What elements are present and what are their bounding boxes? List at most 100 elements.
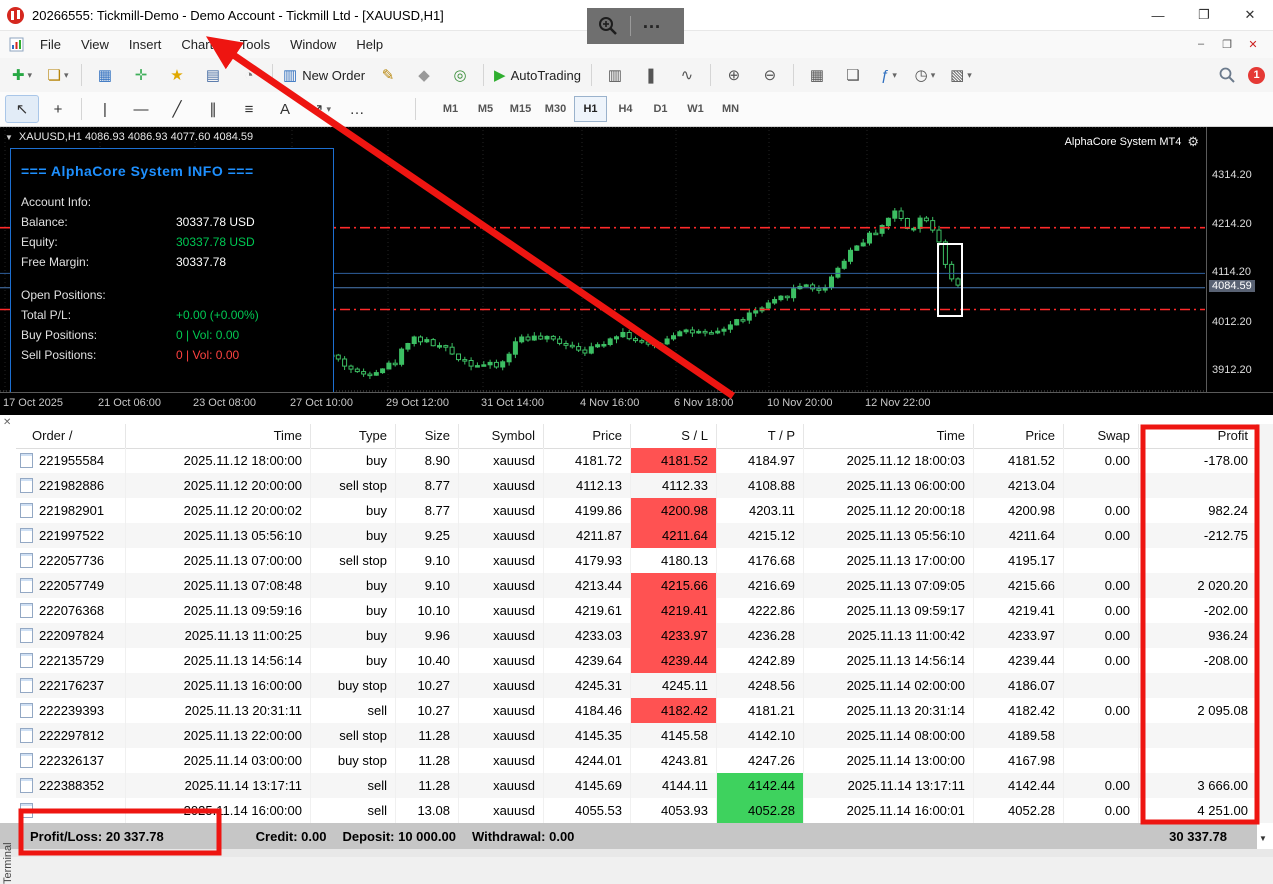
tile-windows-button[interactable]: ▦ [800,61,834,89]
table-row[interactable]: 2219975222025.11.13 05:56:10buy9.25xauus… [16,523,1257,548]
trendline-button[interactable]: ╱ [160,95,194,123]
new-chart-button[interactable]: ✚▾ [5,61,39,89]
column-header-price[interactable]: Price [544,424,631,448]
ea-settings-gear-icon[interactable]: ⚙ [1187,134,1199,150]
child-close-button[interactable]: ✕ [1241,34,1265,54]
profiles-button[interactable]: ❏▾ [41,61,75,89]
terminal-tab[interactable]: Terminal [2,842,14,884]
collapse-triangle-icon[interactable]: ▼ [5,133,13,142]
fibonacci-button[interactable]: ≡ [232,95,266,123]
arrows-button[interactable]: ↗▾ [304,95,338,123]
web-button[interactable]: ◎ [443,61,477,89]
menu-insert[interactable]: Insert [119,37,172,52]
child-minimize-button[interactable]: – [1189,34,1213,54]
cell-type: buy [311,598,396,623]
table-row[interactable]: 2221762372025.11.13 16:00:00buy stop10.2… [16,673,1257,698]
scroll-down-icon[interactable]: ▼ [1255,830,1271,846]
date-label: 29 Oct 12:00 [386,397,449,409]
column-header-s-l[interactable]: S / L [631,424,717,448]
periods-button[interactable]: ◷▾ [908,61,942,89]
menu-charts[interactable]: Charts [171,37,229,52]
timeframe-h4[interactable]: H4 [609,96,642,122]
strategy-tester-button[interactable]: ◔ [232,61,266,89]
zoom-in-button[interactable]: ⊕ [717,61,751,89]
table-row[interactable]: 2219828862025.11.12 20:00:00sell stop8.7… [16,473,1257,498]
table-row[interactable]: 2223261372025.11.14 03:00:00buy stop11.2… [16,748,1257,773]
candlestick-button[interactable]: ❚ [634,61,668,89]
autotrading-button[interactable]: ▶AutoTrading [490,61,585,89]
column-header-symbol[interactable]: Symbol [459,424,544,448]
script-button[interactable]: ◆ [407,61,441,89]
new-order-button[interactable]: ▥New Order [279,61,369,89]
table-row[interactable]: 2025.11.14 16:00:00sell13.08xauusd4055.5… [16,798,1257,823]
line-chart-button[interactable]: ∿ [670,61,704,89]
zoom-tool-icon[interactable] [597,15,619,37]
table-row[interactable]: 2222978122025.11.13 22:00:00sell stop11.… [16,723,1257,748]
hline-button[interactable]: — [124,95,158,123]
search-icon[interactable] [1218,66,1236,84]
indicators-button[interactable]: ƒ▾ [872,61,906,89]
table-row[interactable]: 2223883522025.11.14 13:17:11sell11.28xau… [16,773,1257,798]
column-header-swap[interactable]: Swap [1064,424,1139,448]
column-header-order-[interactable]: Order / [16,424,126,448]
timeframe-m1[interactable]: M1 [434,96,467,122]
timeframe-w1[interactable]: W1 [679,96,712,122]
price-axis[interactable]: 4314.204214.204114.204084.594012.203912.… [1206,126,1273,392]
zoom-out-button[interactable]: ⊖ [753,61,787,89]
maximize-button[interactable]: ❐ [1181,0,1227,30]
cascade-button[interactable]: ❏ [836,61,870,89]
chart-panel[interactable]: ▼ XAUUSD,H1 4086.93 4086.93 4077.60 4084… [0,126,1273,392]
menu-help[interactable]: Help [346,37,393,52]
cursor-button[interactable]: ↖ [5,95,39,123]
column-header-size[interactable]: Size [396,424,459,448]
minimize-button[interactable]: — [1135,0,1181,30]
column-header-time[interactable]: Time [804,424,974,448]
templates-button[interactable]: ▧▾ [944,61,978,89]
info-value: 30337.78 USD [176,212,255,232]
text-button[interactable]: A [268,95,302,123]
menu-view[interactable]: View [71,37,119,52]
menu-tools[interactable]: Tools [230,37,280,52]
timeframe-h1[interactable]: H1 [574,96,607,122]
date-axis[interactable]: 17 Oct 202521 Oct 06:0023 Oct 08:0027 Oc… [0,392,1273,415]
more-options-icon[interactable]: … [642,18,663,28]
timeframe-m30[interactable]: M30 [539,96,572,122]
timeframe-mn[interactable]: MN [714,96,747,122]
crosshair-button[interactable]: + [41,95,75,123]
timeframe-m15[interactable]: M15 [504,96,537,122]
terminal-button[interactable]: ▤ [196,61,230,89]
bar-chart-button[interactable]: ▥ [598,61,632,89]
metaeditor-button[interactable]: ✎ [371,61,405,89]
table-row[interactable]: 2220577362025.11.13 07:00:00sell stop9.1… [16,548,1257,573]
timeframe-d1[interactable]: D1 [644,96,677,122]
table-row[interactable]: 2221357292025.11.13 14:56:14buy10.40xauu… [16,648,1257,673]
market-watch-button[interactable]: ▦ [88,61,122,89]
table-row[interactable]: 2220978242025.11.13 11:00:25buy9.96xauus… [16,623,1257,648]
ellipsis-button[interactable]: … [340,95,374,123]
notification-badge[interactable]: 1 [1248,67,1265,84]
table-row[interactable]: 2219829012025.11.12 20:00:02buy8.77xauus… [16,498,1257,523]
table-row[interactable]: 2220763682025.11.13 09:59:16buy10.10xauu… [16,598,1257,623]
terminal-scrollbar[interactable] [1257,424,1273,823]
menu-file[interactable]: File [30,37,71,52]
cell-size: 11.28 [396,773,459,798]
mt4-logo-icon [7,7,24,24]
channel-button[interactable]: ∥ [196,95,230,123]
column-header-price[interactable]: Price [974,424,1064,448]
menu-window[interactable]: Window [280,37,346,52]
table-row[interactable]: 2220577492025.11.13 07:08:48buy9.10xauus… [16,573,1257,598]
terminal-close-icon[interactable]: ✕ [3,418,11,428]
child-restore-button[interactable]: ❐ [1215,34,1239,54]
column-header-type[interactable]: Type [311,424,396,448]
date-label: 4 Nov 16:00 [580,397,639,409]
table-row[interactable]: 2222393932025.11.13 20:31:11sell10.27xau… [16,698,1257,723]
table-row[interactable]: 2219555842025.11.12 18:00:00buy8.90xauus… [16,448,1257,473]
navigator-button[interactable]: ★ [160,61,194,89]
data-window-button[interactable]: ✛ [124,61,158,89]
close-button[interactable]: ✕ [1227,0,1273,30]
vline-button[interactable]: | [88,95,122,123]
column-header-t-p[interactable]: T / P [717,424,804,448]
timeframe-m5[interactable]: M5 [469,96,502,122]
column-header-time[interactable]: Time [126,424,311,448]
column-header-profit[interactable]: Profit [1139,424,1257,448]
